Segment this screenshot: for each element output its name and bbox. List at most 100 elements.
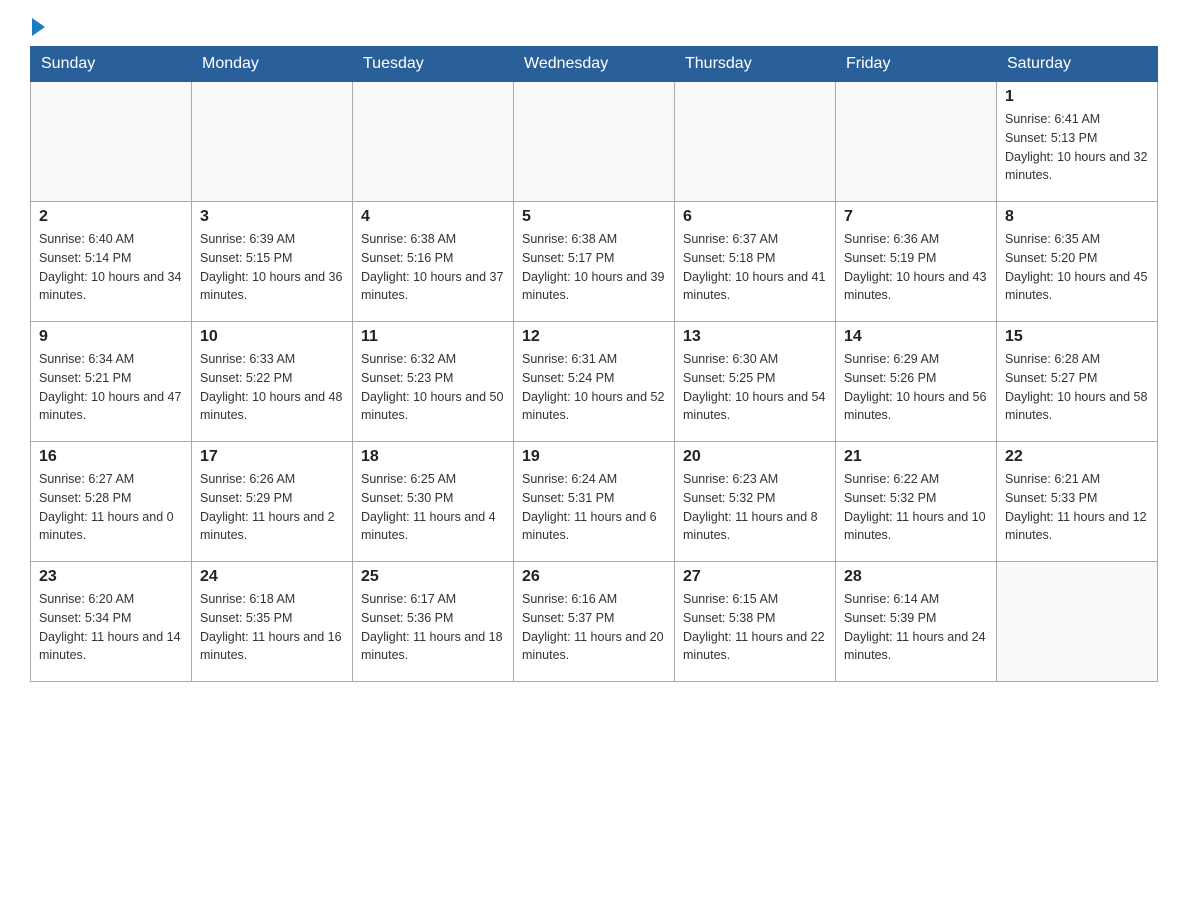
day-number: 3 (200, 208, 344, 226)
calendar-day-cell (997, 562, 1158, 682)
day-info: Sunrise: 6:38 AMSunset: 5:16 PMDaylight:… (361, 230, 505, 305)
calendar-day-cell: 18 Sunrise: 6:25 AMSunset: 5:30 PMDayligh… (353, 442, 514, 562)
day-info: Sunrise: 6:31 AMSunset: 5:24 PMDaylight:… (522, 350, 666, 425)
calendar-day-cell: 21 Sunrise: 6:22 AMSunset: 5:32 PMDayligh… (836, 442, 997, 562)
weekday-header-row: SundayMondayTuesdayWednesdayThursdayFrid… (31, 47, 1158, 82)
calendar-day-cell: 22 Sunrise: 6:21 AMSunset: 5:33 PMDayligh… (997, 442, 1158, 562)
day-number: 22 (1005, 448, 1149, 466)
day-number: 10 (200, 328, 344, 346)
day-number: 1 (1005, 88, 1149, 106)
day-number: 27 (683, 568, 827, 586)
day-number: 21 (844, 448, 988, 466)
calendar-day-cell: 19 Sunrise: 6:24 AMSunset: 5:31 PMDayligh… (514, 442, 675, 562)
day-info: Sunrise: 6:32 AMSunset: 5:23 PMDaylight:… (361, 350, 505, 425)
weekday-header-friday: Friday (836, 47, 997, 82)
day-info: Sunrise: 6:27 AMSunset: 5:28 PMDaylight:… (39, 470, 183, 545)
calendar-day-cell: 24 Sunrise: 6:18 AMSunset: 5:35 PMDayligh… (192, 562, 353, 682)
logo (30, 20, 45, 36)
calendar-week-row: 9 Sunrise: 6:34 AMSunset: 5:21 PMDaylight… (31, 322, 1158, 442)
calendar-day-cell: 8 Sunrise: 6:35 AMSunset: 5:20 PMDaylight… (997, 202, 1158, 322)
day-number: 11 (361, 328, 505, 346)
calendar-day-cell: 16Sunrise: 6:27 AMSunset: 5:28 PMDayligh… (31, 442, 192, 562)
day-info: Sunrise: 6:20 AMSunset: 5:34 PMDaylight:… (39, 590, 183, 665)
day-info: Sunrise: 6:37 AMSunset: 5:18 PMDaylight:… (683, 230, 827, 305)
day-info: Sunrise: 6:14 AMSunset: 5:39 PMDaylight:… (844, 590, 988, 665)
day-number: 15 (1005, 328, 1149, 346)
calendar-day-cell: 11 Sunrise: 6:32 AMSunset: 5:23 PMDayligh… (353, 322, 514, 442)
calendar-day-cell: 28 Sunrise: 6:14 AMSunset: 5:39 PMDayligh… (836, 562, 997, 682)
calendar-day-cell: 20 Sunrise: 6:23 AMSunset: 5:32 PMDayligh… (675, 442, 836, 562)
calendar-day-cell: 26 Sunrise: 6:16 AMSunset: 5:37 PMDayligh… (514, 562, 675, 682)
calendar-day-cell: 2 Sunrise: 6:40 AMSunset: 5:14 PMDaylight… (31, 202, 192, 322)
calendar-day-cell: 12 Sunrise: 6:31 AMSunset: 5:24 PMDayligh… (514, 322, 675, 442)
day-number: 18 (361, 448, 505, 466)
day-number: 20 (683, 448, 827, 466)
day-info: Sunrise: 6:25 AMSunset: 5:30 PMDaylight:… (361, 470, 505, 545)
calendar-day-cell: 10 Sunrise: 6:33 AMSunset: 5:22 PMDayligh… (192, 322, 353, 442)
calendar-day-cell (192, 82, 353, 202)
calendar-day-cell: 13 Sunrise: 6:30 AMSunset: 5:25 PMDayligh… (675, 322, 836, 442)
day-number: 28 (844, 568, 988, 586)
calendar-day-cell: 3Sunrise: 6:39 AMSunset: 5:15 PMDaylight… (192, 202, 353, 322)
calendar-day-cell: 5 Sunrise: 6:38 AMSunset: 5:17 PMDaylight… (514, 202, 675, 322)
weekday-header-thursday: Thursday (675, 47, 836, 82)
weekday-header-monday: Monday (192, 47, 353, 82)
calendar-table: SundayMondayTuesdayWednesdayThursdayFrid… (30, 46, 1158, 682)
calendar-day-cell: 17Sunrise: 6:26 AMSunset: 5:29 PMDayligh… (192, 442, 353, 562)
day-info: Sunrise: 6:29 AMSunset: 5:26 PMDaylight:… (844, 350, 988, 425)
day-info: Sunrise: 6:28 AMSunset: 5:27 PMDaylight:… (1005, 350, 1149, 425)
calendar-day-cell: 6 Sunrise: 6:37 AMSunset: 5:18 PMDaylight… (675, 202, 836, 322)
calendar-day-cell (353, 82, 514, 202)
day-info: Sunrise: 6:40 AMSunset: 5:14 PMDaylight:… (39, 230, 183, 305)
day-info: Sunrise: 6:18 AMSunset: 5:35 PMDaylight:… (200, 590, 344, 665)
logo-arrow-icon (32, 18, 45, 36)
day-info: Sunrise: 6:35 AMSunset: 5:20 PMDaylight:… (1005, 230, 1149, 305)
day-number: 9 (39, 328, 183, 346)
day-number: 23 (39, 568, 183, 586)
calendar-day-cell: 25Sunrise: 6:17 AMSunset: 5:36 PMDayligh… (353, 562, 514, 682)
calendar-week-row: 2 Sunrise: 6:40 AMSunset: 5:14 PMDaylight… (31, 202, 1158, 322)
day-number: 25 (361, 568, 505, 586)
day-number: 6 (683, 208, 827, 226)
day-info: Sunrise: 6:38 AMSunset: 5:17 PMDaylight:… (522, 230, 666, 305)
day-info: Sunrise: 6:41 AMSunset: 5:13 PMDaylight:… (1005, 110, 1149, 185)
calendar-week-row: 23 Sunrise: 6:20 AMSunset: 5:34 PMDayligh… (31, 562, 1158, 682)
weekday-header-sunday: Sunday (31, 47, 192, 82)
day-info: Sunrise: 6:24 AMSunset: 5:31 PMDaylight:… (522, 470, 666, 545)
day-info: Sunrise: 6:15 AMSunset: 5:38 PMDaylight:… (683, 590, 827, 665)
day-number: 4 (361, 208, 505, 226)
calendar-day-cell: 27 Sunrise: 6:15 AMSunset: 5:38 PMDayligh… (675, 562, 836, 682)
day-number: 12 (522, 328, 666, 346)
calendar-week-row: 16Sunrise: 6:27 AMSunset: 5:28 PMDayligh… (31, 442, 1158, 562)
calendar-day-cell (836, 82, 997, 202)
calendar-day-cell: 4 Sunrise: 6:38 AMSunset: 5:16 PMDaylight… (353, 202, 514, 322)
day-number: 2 (39, 208, 183, 226)
calendar-day-cell: 15 Sunrise: 6:28 AMSunset: 5:27 PMDayligh… (997, 322, 1158, 442)
calendar-day-cell (514, 82, 675, 202)
day-info: Sunrise: 6:30 AMSunset: 5:25 PMDaylight:… (683, 350, 827, 425)
day-number: 26 (522, 568, 666, 586)
day-info: Sunrise: 6:21 AMSunset: 5:33 PMDaylight:… (1005, 470, 1149, 545)
page-header (30, 20, 1158, 36)
day-number: 8 (1005, 208, 1149, 226)
day-number: 19 (522, 448, 666, 466)
day-info: Sunrise: 6:33 AMSunset: 5:22 PMDaylight:… (200, 350, 344, 425)
day-number: 13 (683, 328, 827, 346)
calendar-day-cell (675, 82, 836, 202)
weekday-header-saturday: Saturday (997, 47, 1158, 82)
day-info: Sunrise: 6:23 AMSunset: 5:32 PMDaylight:… (683, 470, 827, 545)
calendar-day-cell (31, 82, 192, 202)
day-number: 24 (200, 568, 344, 586)
day-number: 7 (844, 208, 988, 226)
calendar-day-cell: 1 Sunrise: 6:41 AMSunset: 5:13 PMDaylight… (997, 82, 1158, 202)
day-info: Sunrise: 6:16 AMSunset: 5:37 PMDaylight:… (522, 590, 666, 665)
day-info: Sunrise: 6:36 AMSunset: 5:19 PMDaylight:… (844, 230, 988, 305)
day-info: Sunrise: 6:34 AMSunset: 5:21 PMDaylight:… (39, 350, 183, 425)
day-number: 14 (844, 328, 988, 346)
calendar-day-cell: 9 Sunrise: 6:34 AMSunset: 5:21 PMDaylight… (31, 322, 192, 442)
calendar-day-cell: 14 Sunrise: 6:29 AMSunset: 5:26 PMDayligh… (836, 322, 997, 442)
weekday-header-tuesday: Tuesday (353, 47, 514, 82)
day-info: Sunrise: 6:22 AMSunset: 5:32 PMDaylight:… (844, 470, 988, 545)
calendar-day-cell: 23 Sunrise: 6:20 AMSunset: 5:34 PMDayligh… (31, 562, 192, 682)
day-number: 5 (522, 208, 666, 226)
